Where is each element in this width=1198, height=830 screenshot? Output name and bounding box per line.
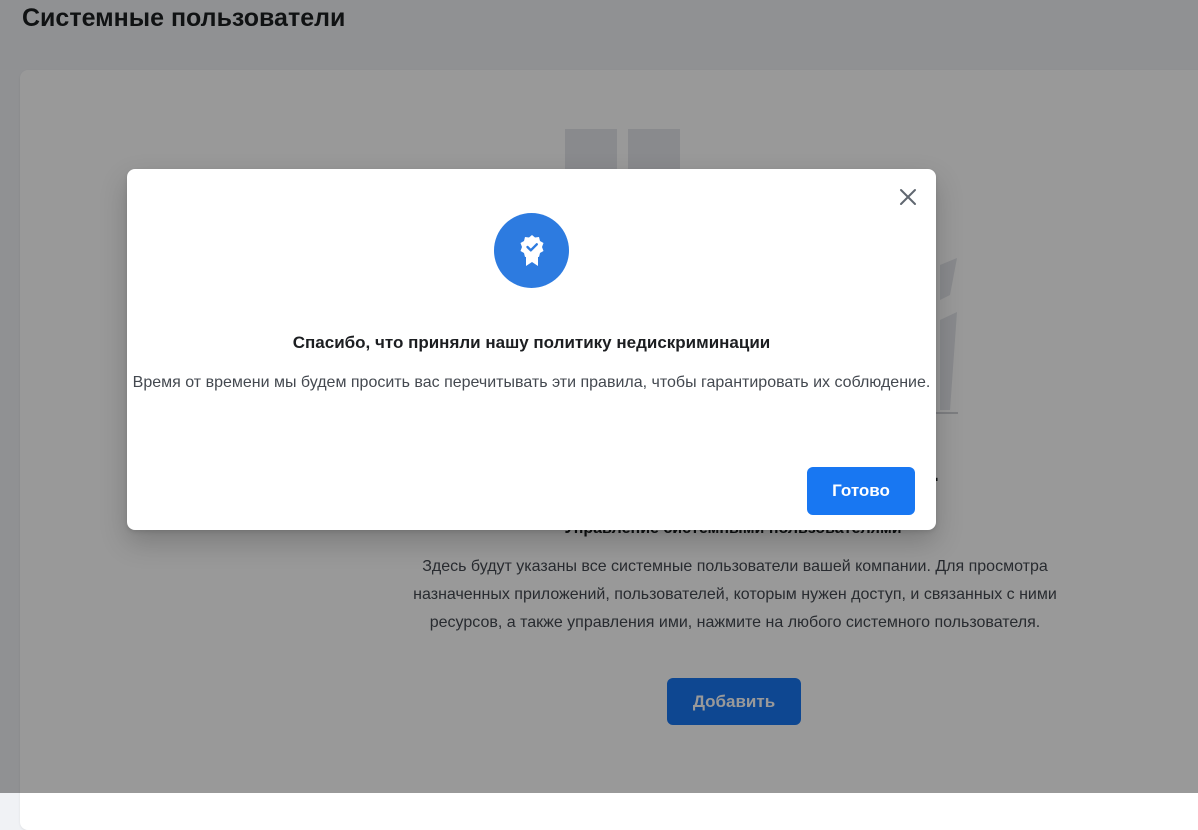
done-button[interactable]: Готово: [807, 467, 915, 515]
dialog-message: Время от времени мы будем просить вас пе…: [132, 374, 931, 391]
policy-confirmation-dialog: Спасибо, что приняли нашу политику недис…: [127, 169, 936, 530]
close-icon: [900, 189, 916, 205]
close-dialog-button[interactable]: [894, 183, 922, 211]
verified-badge-circle: [494, 213, 569, 288]
verified-badge-icon: [520, 234, 543, 266]
dialog-title: Спасибо, что приняли нашу политику недис…: [292, 333, 771, 352]
